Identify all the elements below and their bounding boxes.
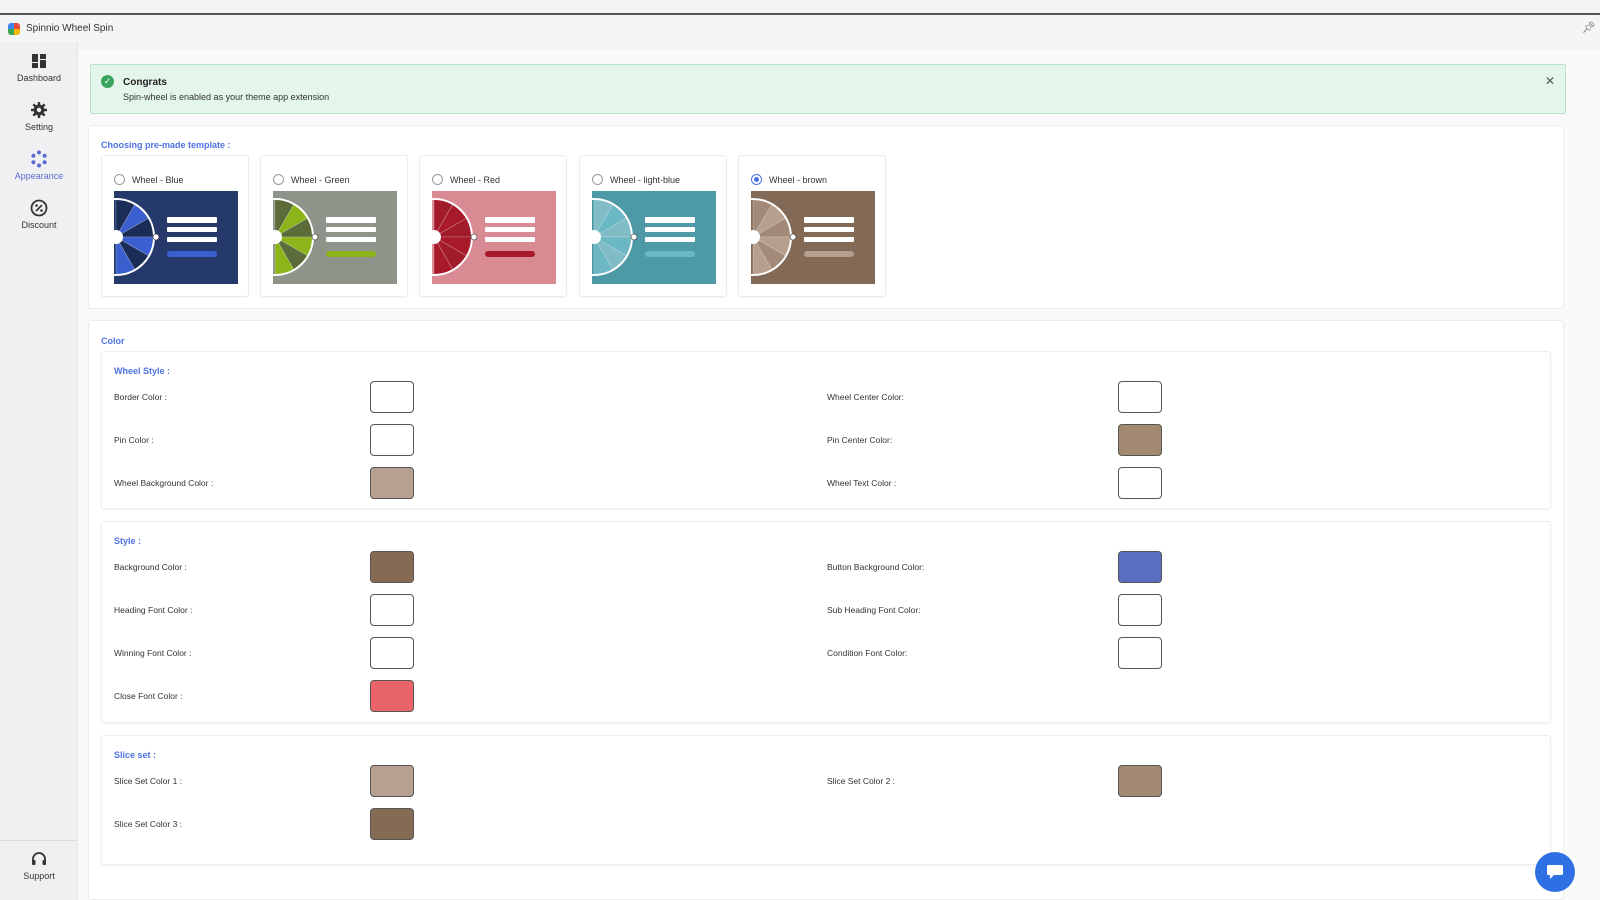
color-field-label: Condition Font Color: (827, 648, 908, 658)
sidebar-item-label: Appearance (14, 171, 64, 181)
color-field-label: Slice Set Color 2 : (827, 776, 896, 786)
template-name: Wheel - light-blue (610, 175, 681, 185)
slice-set-card: Slice set : Slice Set Color 1 : Slice Set… (101, 735, 1551, 865)
sidebar-item-support[interactable]: Support (0, 850, 78, 881)
template-preview-image (114, 191, 238, 284)
appearance-icon (31, 150, 47, 168)
template-radio[interactable] (432, 174, 443, 185)
template-option[interactable]: Wheel - Blue (101, 155, 249, 297)
color-field-label: Heading Font Color : (114, 605, 193, 615)
template-radio[interactable] (751, 174, 762, 185)
color-swatch[interactable] (370, 637, 414, 669)
sidebar-item-setting[interactable]: Setting (0, 101, 78, 132)
sidebar-item-dashboard[interactable]: Dashboard (0, 52, 78, 83)
template-preview-image (592, 191, 716, 284)
chat-icon (1547, 865, 1563, 879)
color-card: Color Wheel Style : Border Color : Wheel … (88, 320, 1564, 900)
slice-set-title: Slice set : (114, 750, 157, 760)
color-field-label: Border Color : (114, 392, 167, 402)
sidebar: Dashboard Setting Appearance Discount Su… (0, 42, 78, 900)
discount-icon (30, 199, 48, 217)
color-swatch[interactable] (370, 765, 414, 797)
color-field-label: Close Font Color : (114, 691, 183, 701)
color-swatch[interactable] (370, 680, 414, 712)
alert-title: Congrats (123, 77, 167, 88)
color-field-label: Slice Set Color 1 : (114, 776, 183, 786)
template-card: Choosing pre-made template : Wheel - Blu… (88, 125, 1564, 309)
template-option[interactable]: Wheel - brown (738, 155, 886, 297)
gear-icon (31, 102, 47, 118)
color-swatch[interactable] (1118, 637, 1162, 669)
color-swatch[interactable] (370, 594, 414, 626)
template-name: Wheel - brown (769, 175, 828, 185)
sidebar-item-label: Dashboard (16, 73, 62, 83)
main-content: ✓ Congrats Spin-wheel is enabled as your… (78, 50, 1600, 900)
color-field-label: Pin Center Color: (827, 435, 893, 445)
color-swatch[interactable] (1118, 594, 1162, 626)
sidebar-divider (0, 840, 78, 841)
template-option[interactable]: Wheel - Red (419, 155, 567, 297)
wheel-style-title: Wheel Style : (114, 366, 171, 376)
color-swatch[interactable] (1118, 765, 1162, 797)
check-circle-icon: ✓ (101, 75, 114, 88)
color-swatch[interactable] (1118, 424, 1162, 456)
close-icon[interactable]: ✕ (1545, 74, 1555, 88)
template-preview-image (751, 191, 875, 284)
template-option[interactable]: Wheel - light-blue (579, 155, 727, 297)
template-radio[interactable] (592, 174, 603, 185)
sidebar-item-label: Support (23, 871, 55, 881)
color-swatch[interactable] (370, 808, 414, 840)
color-heading: Color (101, 336, 125, 346)
color-field-label: Background Color : (114, 562, 187, 572)
color-field-label: Sub Heading Font Color: (827, 605, 921, 615)
sidebar-item-appearance[interactable]: Appearance (0, 150, 78, 181)
template-preview-image (432, 191, 556, 284)
style-card: Style : Background Color : Button Backgro… (101, 521, 1551, 723)
template-name: Wheel - Red (450, 175, 501, 185)
color-swatch[interactable] (370, 467, 414, 499)
template-preview-image (273, 191, 397, 284)
app-title: Spinnio Wheel Spin (26, 23, 114, 34)
template-radio[interactable] (273, 174, 284, 185)
color-field-label: Wheel Text Color : (827, 478, 897, 488)
alert-message: Spin-wheel is enabled as your theme app … (123, 92, 330, 102)
color-field-label: Button Background Color: (827, 562, 925, 572)
color-swatch[interactable] (370, 551, 414, 583)
color-swatch[interactable] (370, 424, 414, 456)
title-bar: Spinnio Wheel Spin 📌︎ (0, 15, 1600, 42)
template-radio[interactable] (114, 174, 125, 185)
color-field-label: Pin Color : (114, 435, 154, 445)
app-logo-icon (8, 22, 20, 35)
color-field-label: Wheel Center Color: (827, 392, 905, 402)
template-heading: Choosing pre-made template : (101, 140, 231, 150)
template-name: Wheel - Blue (132, 175, 184, 185)
color-field-label: Slice Set Color 3 : (114, 819, 183, 829)
style-title: Style : (114, 536, 142, 546)
dashboard-icon (32, 54, 46, 68)
pin-icon[interactable]: 📌︎ (1582, 21, 1596, 34)
sidebar-item-discount[interactable]: Discount (0, 199, 78, 230)
color-swatch[interactable] (1118, 467, 1162, 499)
color-swatch[interactable] (370, 381, 414, 413)
template-option[interactable]: Wheel - Green (260, 155, 408, 297)
color-swatch[interactable] (1118, 381, 1162, 413)
headset-icon (32, 852, 46, 865)
color-field-label: Winning Font Color : (114, 648, 192, 658)
color-field-label: Wheel Background Color : (114, 478, 214, 488)
success-banner: ✓ Congrats Spin-wheel is enabled as your… (90, 64, 1566, 114)
sidebar-item-label: Discount (21, 220, 57, 230)
template-name: Wheel - Green (291, 175, 350, 185)
sidebar-item-label: Setting (24, 122, 54, 132)
color-swatch[interactable] (1118, 551, 1162, 583)
wheel-style-card: Wheel Style : Border Color : Wheel Center… (101, 351, 1551, 509)
chat-button[interactable] (1535, 852, 1575, 892)
